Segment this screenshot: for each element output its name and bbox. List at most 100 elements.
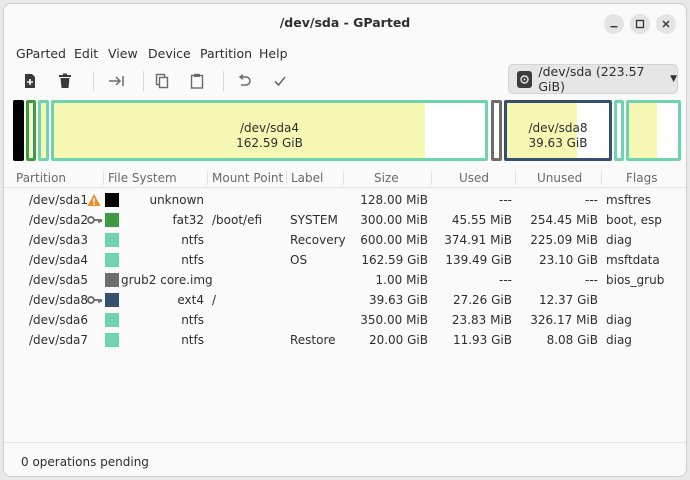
- used: ---: [499, 273, 512, 287]
- status-bar: 0 operations pending: [4, 442, 686, 476]
- col-size[interactable]: Size: [374, 171, 399, 185]
- filesystem: ntfs: [181, 333, 204, 347]
- column-divider: [431, 171, 432, 185]
- filesystem-color-swatch: [105, 293, 119, 307]
- copy-button[interactable]: [150, 70, 174, 92]
- partition-name: /dev/sda8: [29, 293, 89, 307]
- apply-button[interactable]: [268, 70, 292, 92]
- filesystem-color-swatch: [105, 273, 119, 287]
- disk-icon: [517, 70, 533, 88]
- column-divider: [286, 171, 287, 185]
- col-flags[interactable]: Flags: [626, 171, 657, 185]
- used: 23.83 MiB: [451, 313, 512, 327]
- table-row[interactable]: /dev/sda5 grub2 core.img 1.00 MiB --- --- bio…: [4, 270, 686, 290]
- menu-help[interactable]: Help: [259, 46, 288, 61]
- flags: boot, esp: [606, 213, 662, 227]
- filesystem-color-swatch: [105, 313, 119, 327]
- menu-edit[interactable]: Edit: [74, 46, 98, 61]
- mount-point: /boot/efi: [212, 213, 263, 227]
- filesystem: ext4: [177, 293, 204, 307]
- used: ---: [499, 193, 512, 207]
- close-button[interactable]: [656, 14, 676, 34]
- col-unused[interactable]: Unused: [537, 171, 582, 185]
- col-file-system[interactable]: File System: [108, 171, 177, 185]
- col-label[interactable]: Label: [291, 171, 323, 185]
- filesystem-color-swatch: [105, 193, 119, 207]
- partition-name: /dev/sda6: [29, 313, 89, 327]
- partition-table-header: Partition File System Mount Point Label …: [4, 168, 686, 188]
- partition-name: /dev/sda5: [29, 273, 89, 287]
- partition-name: /dev/sda2: [29, 213, 89, 227]
- column-divider: [515, 171, 516, 185]
- menu-partition[interactable]: Partition: [200, 46, 252, 61]
- menu-device[interactable]: Device: [148, 46, 191, 61]
- filesystem: ntfs: [181, 233, 204, 247]
- graph-sda4-label: /dev/sda4 162.59 GiB: [54, 121, 485, 151]
- col-used[interactable]: Used: [459, 171, 489, 185]
- partition-label: SYSTEM: [290, 213, 338, 227]
- gparted-window: /dev/sda - GParted GParted Edit View Dev…: [3, 3, 687, 477]
- graph-sda5[interactable]: [491, 100, 502, 161]
- filesystem: ntfs: [181, 253, 204, 267]
- warning-icon: [87, 193, 101, 207]
- new-partition-button[interactable]: [18, 70, 42, 92]
- undo-icon: [238, 74, 251, 86]
- window-title: /dev/sda - GParted: [279, 15, 411, 30]
- partition-name: /dev/sda7: [29, 333, 89, 347]
- graph-sda7[interactable]: [626, 100, 681, 161]
- graph-sda3[interactable]: [38, 100, 49, 161]
- resize-move-button[interactable]: [105, 70, 129, 92]
- menu-bar: GParted Edit View Device Partition Help: [4, 40, 686, 64]
- key-icon: [87, 214, 103, 226]
- unused: ---: [585, 273, 598, 287]
- size: 300.00 MiB: [360, 213, 428, 227]
- flags: diag: [606, 233, 632, 247]
- graph-sda4[interactable]: /dev/sda4 162.59 GiB: [51, 100, 488, 161]
- unused: 8.08 GiB: [546, 333, 598, 347]
- new-partition-icon: [25, 74, 35, 88]
- minimize-icon: [610, 26, 618, 28]
- graph-sda8-size: 39.63 GiB: [528, 136, 588, 150]
- graph-sda8[interactable]: /dev/sda8 39.63 GiB: [504, 100, 612, 161]
- table-row[interactable]: /dev/sda8 ext4 / 39.63 GiB 27.26 GiB 12.37 Gi…: [4, 290, 686, 310]
- delete-button[interactable]: [53, 70, 77, 92]
- table-row[interactable]: /dev/sda6 ntfs 350.00 MiB 23.83 MiB 326.17 M…: [4, 310, 686, 330]
- flags: msftdata: [606, 253, 660, 267]
- maximize-button[interactable]: [630, 14, 650, 34]
- filesystem: unknown: [149, 193, 204, 207]
- graph-sda8-name: /dev/sda8: [528, 121, 588, 135]
- partition-label: Restore: [290, 333, 336, 347]
- table-row[interactable]: /dev/sda7 ntfs Restore 20.00 GiB 11.93 GiB 8.…: [4, 330, 686, 350]
- partition-name: /dev/sda1: [29, 193, 89, 207]
- paste-button[interactable]: [185, 70, 209, 92]
- status-text: 0 operations pending: [21, 455, 149, 469]
- size: 350.00 MiB: [360, 313, 428, 327]
- undo-button[interactable]: [232, 70, 256, 92]
- table-row[interactable]: /dev/sda2 fat32/boot/efi SYSTEM 300.00 MiB 4…: [4, 210, 686, 230]
- table-row[interactable]: /dev/sda4 ntfs OS 162.59 GiB 139.49 GiB 23.10…: [4, 250, 686, 270]
- copy-icon: [155, 73, 169, 89]
- menu-gparted[interactable]: GParted: [16, 46, 66, 61]
- graph-sda2[interactable]: [26, 100, 36, 161]
- graph-sda6[interactable]: [614, 100, 624, 161]
- used: 45.55 MiB: [451, 213, 512, 227]
- chevron-down-icon: ▼: [670, 74, 677, 84]
- table-row[interactable]: /dev/sda1 unknown 128.00 MiB --- --- msftres: [4, 190, 686, 210]
- column-divider: [343, 171, 344, 185]
- menu-view[interactable]: View: [108, 46, 138, 61]
- resize-move-icon: [109, 76, 124, 86]
- minimize-button[interactable]: [604, 14, 624, 34]
- size: 128.00 MiB: [360, 193, 428, 207]
- partition-name: /dev/sda3: [29, 233, 89, 247]
- title-bar[interactable]: /dev/sda - GParted: [4, 4, 686, 40]
- size: 162.59 GiB: [361, 253, 428, 267]
- table-row[interactable]: /dev/sda3 ntfs Recovery 600.00 MiB 374.91 Mi…: [4, 230, 686, 250]
- graph-sda1[interactable]: [13, 100, 24, 161]
- device-selector[interactable]: /dev/sda (223.57 GiB) ▼: [508, 64, 678, 94]
- col-mount-point[interactable]: Mount Point: [212, 171, 283, 185]
- apply-icon: [274, 76, 286, 87]
- disk-partition-graph: /dev/sda4 162.59 GiB /dev/sda8 39.63 GiB: [13, 100, 681, 164]
- flags: diag: [606, 333, 632, 347]
- size: 20.00 GiB: [368, 333, 428, 347]
- col-partition[interactable]: Partition: [16, 171, 66, 185]
